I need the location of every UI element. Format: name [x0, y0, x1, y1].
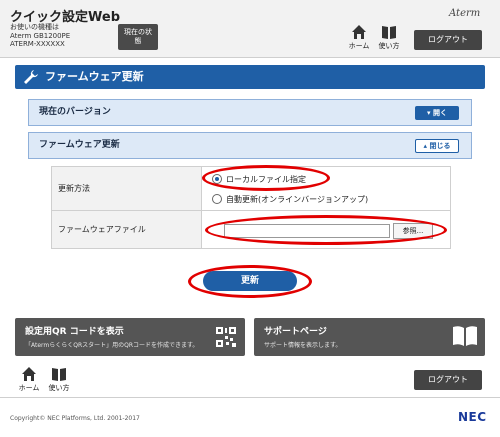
manual-label: 使い方: [378, 42, 400, 50]
expand-button[interactable]: ▾ 開く: [415, 106, 459, 120]
firmware-file-row: ファームウェアファイル 参照...: [52, 211, 450, 248]
footer-manual-nav[interactable]: 使い方: [46, 366, 72, 396]
radio-button-checked[interactable]: [212, 174, 222, 184]
home-icon: [22, 367, 36, 381]
home-nav[interactable]: ホーム: [346, 24, 372, 54]
status-button-label: 現在の状態: [124, 28, 152, 45]
file-path-input[interactable]: [224, 224, 390, 238]
wrench-icon: [24, 70, 38, 84]
footer-logout-button[interactable]: ログアウト: [414, 370, 482, 390]
book-icon: [453, 326, 477, 346]
update-method-label: 更新方法: [52, 167, 202, 210]
panel-label: 現在のバージョン: [39, 107, 111, 117]
nec-logo: NEC: [458, 410, 487, 424]
settings-table: 更新方法 ローカルファイル指定 自動更新(オンラインバージョンアップ) ファーム…: [51, 166, 451, 249]
home-label: ホーム: [348, 42, 370, 50]
home-icon: [352, 25, 366, 39]
logout-label: ログアウト: [428, 375, 468, 384]
firmware-file-label: ファームウェアファイル: [52, 211, 202, 248]
home-label: ホーム: [18, 384, 40, 392]
qr-code-icon: [216, 327, 236, 347]
device-name: ATERM-XXXXXX: [10, 40, 65, 48]
chevron-up-icon: ▴: [423, 142, 428, 150]
footer-divider: [0, 397, 500, 398]
manual-label: 使い方: [48, 384, 70, 392]
collapse-button[interactable]: ▴ 閉じる: [415, 139, 459, 153]
radio-local-file[interactable]: ローカルファイル指定: [212, 174, 306, 185]
update-method-row: 更新方法 ローカルファイル指定 自動更新(オンラインバージョンアップ): [52, 167, 450, 211]
expand-button-label: 開く: [432, 109, 447, 117]
qr-code-card[interactable]: 設定用QR コードを表示 「AtermらくらくQRスタート」用のQRコードを作成…: [15, 318, 245, 356]
chevron-down-icon: ▾: [427, 109, 431, 117]
manual-nav[interactable]: 使い方: [376, 24, 402, 54]
card-title: サポートページ: [264, 327, 327, 337]
collapse-button-label: 閉じる: [429, 142, 451, 150]
update-button[interactable]: 更新: [203, 271, 297, 291]
book-icon: [382, 26, 396, 39]
brand-logo: Aterm: [449, 8, 481, 19]
radio-button[interactable]: [212, 194, 222, 204]
support-page-card[interactable]: サポートページ サポート情報を表示します。: [254, 318, 485, 356]
card-title: 設定用QR コードを表示: [25, 327, 124, 337]
device-model: Aterm GB1200PE: [10, 32, 71, 40]
copyright-text: Copyright© NEC Platforms, Ltd. 2001-2017: [10, 415, 140, 422]
footer-home-nav[interactable]: ホーム: [16, 366, 42, 396]
panel-firmware-update: ファームウェア更新 ▴ 閉じる: [28, 132, 472, 159]
device-label: お使いの機種は: [10, 23, 59, 31]
panel-current-version: 現在のバージョン ▾ 開く: [28, 99, 472, 126]
radio-label: ローカルファイル指定: [226, 175, 306, 184]
update-button-label: 更新: [240, 276, 259, 286]
header: クイック設定Web お使いの機種は Aterm GB1200PE ATERM-X…: [0, 0, 500, 58]
card-description: サポート情報を表示します。: [264, 342, 342, 349]
section-title: ファームウェア更新: [45, 70, 144, 83]
panel-label: ファームウェア更新: [39, 140, 120, 150]
section-title-bar: ファームウェア更新: [15, 65, 485, 89]
logout-label: ログアウト: [428, 35, 468, 44]
card-description: 「AtermらくらくQRスタート」用のQRコードを作成できます。: [25, 342, 199, 349]
browse-button[interactable]: 参照...: [393, 223, 433, 239]
radio-label: 自動更新(オンラインバージョンアップ): [226, 195, 369, 204]
status-button[interactable]: 現在の状態: [118, 24, 158, 50]
radio-auto-update[interactable]: 自動更新(オンラインバージョンアップ): [212, 194, 368, 205]
logout-button[interactable]: ログアウト: [414, 30, 482, 50]
book-icon: [52, 368, 66, 381]
